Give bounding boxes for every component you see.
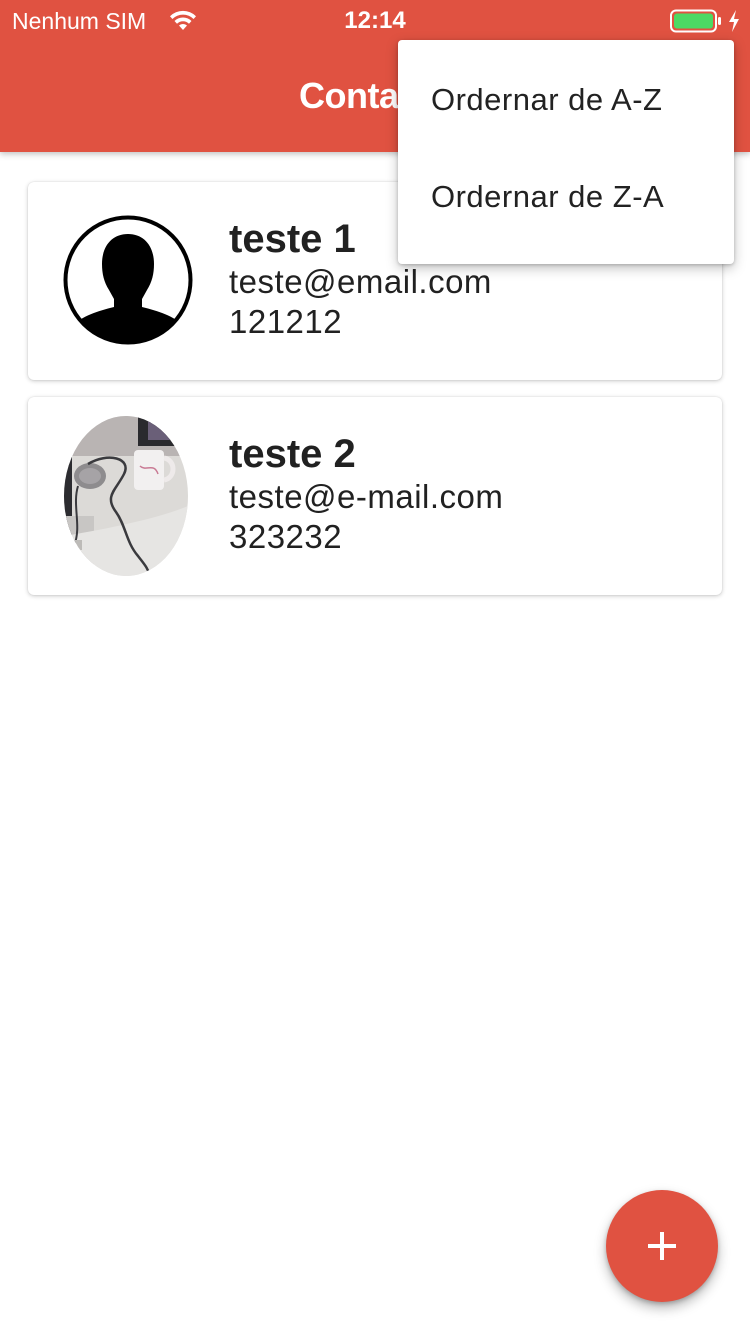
status-time: 12:14 (344, 7, 406, 34)
contact-name: teste 2 (229, 432, 356, 476)
menu-item-sort-z-a[interactable]: Ordernar de Z-A (398, 149, 734, 245)
menu-item-sort-a-z[interactable]: Ordernar de A-Z (398, 52, 734, 148)
sort-popup-menu: Ordernar de A-Z Ordernar de Z-A (398, 40, 734, 264)
contact-photo (64, 416, 188, 576)
avatar (64, 416, 188, 576)
contact-phone: 121212 (229, 303, 343, 340)
add-icon (648, 1232, 676, 1260)
battery-icon (670, 9, 721, 33)
contact-phone: 323232 (229, 518, 343, 555)
charging-bolt-icon (729, 10, 739, 32)
add-contact-button[interactable] (606, 1190, 718, 1302)
status-bar: Nenhum SIM 12:14 (0, 0, 750, 40)
contact-email: teste@email.com (229, 263, 492, 300)
avatar (62, 214, 194, 346)
default-person-icon (63, 215, 193, 345)
contact-card[interactable]: teste 2 teste@e-mail.com 323232 (28, 397, 722, 595)
contact-info: teste 2 teste@e-mail.com 323232 (229, 431, 709, 557)
contact-email: teste@e-mail.com (229, 478, 504, 515)
